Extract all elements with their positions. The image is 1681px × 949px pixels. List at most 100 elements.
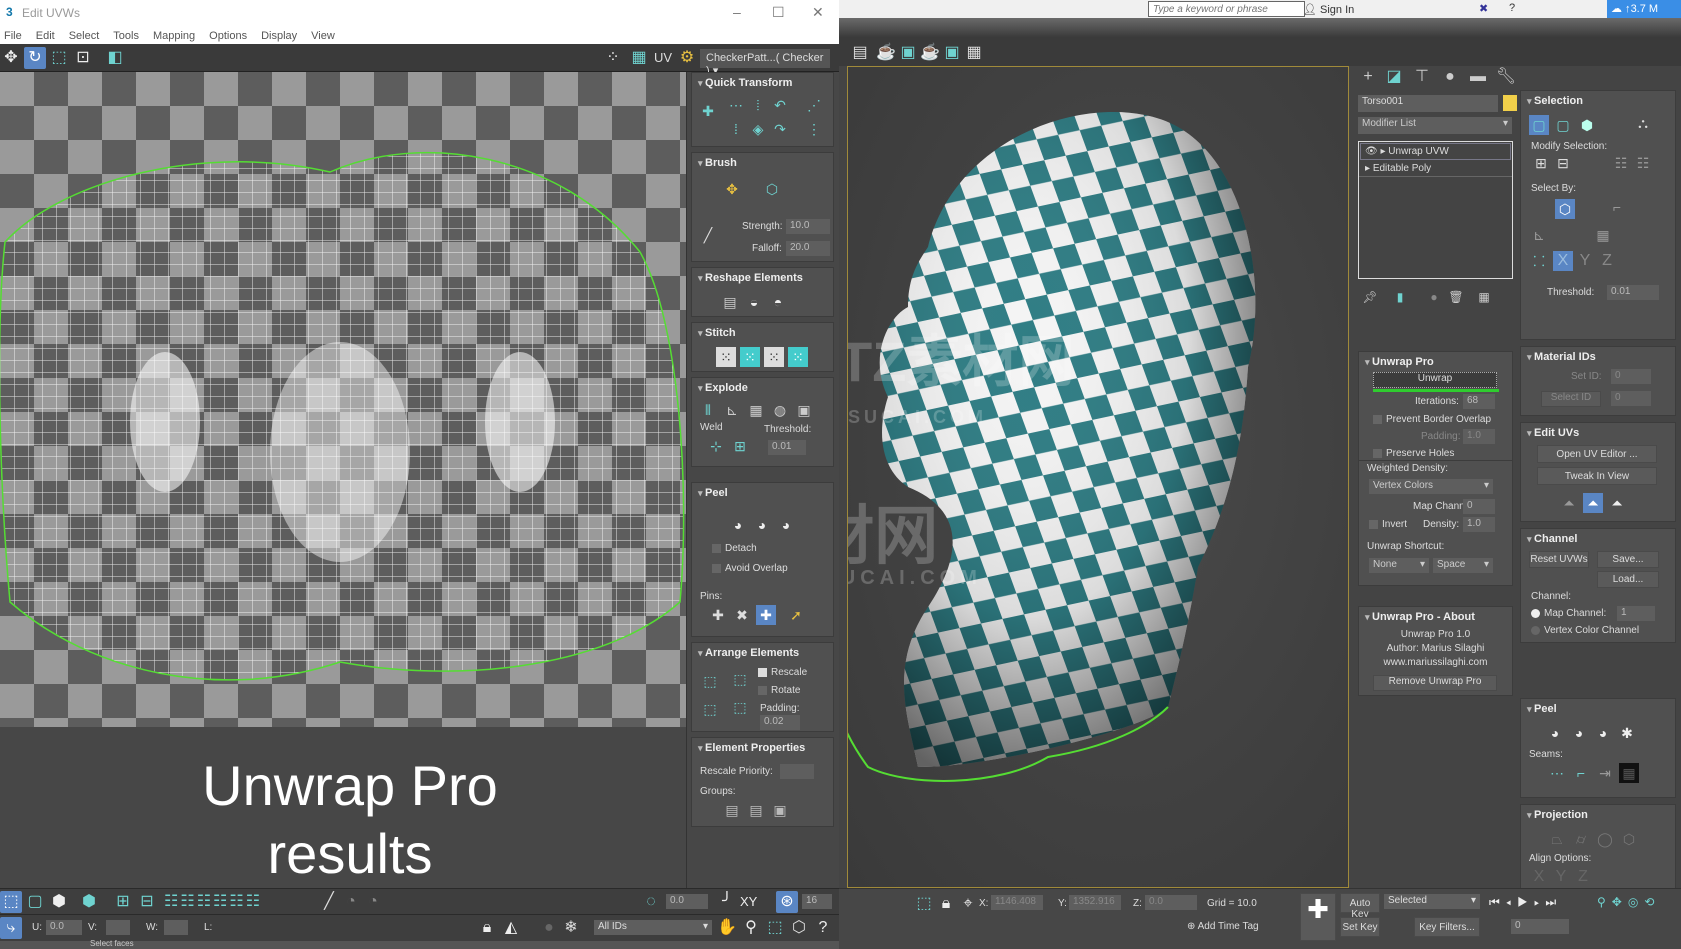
edge-mode-icon[interactable]: ▢: [24, 891, 46, 913]
explode-header[interactable]: Explode: [692, 378, 833, 396]
stitch-source-icon[interactable]: ⁙: [740, 347, 760, 367]
iterations-spinner[interactable]: 68: [1463, 394, 1495, 409]
close-button[interactable]: ✕: [812, 4, 824, 21]
zoom-extents-icon[interactable]: ⬡: [788, 917, 810, 939]
menu-tools[interactable]: Tools: [113, 30, 139, 42]
preserve-holes-checkbox[interactable]: [1373, 448, 1382, 458]
planar-map-icon[interactable]: ⏢: [1547, 829, 1567, 849]
snap-icon[interactable]: ⊛: [776, 891, 798, 913]
xy-toggle[interactable]: XY: [740, 894, 757, 909]
paint-grow-icon[interactable]: ◔: [340, 891, 362, 913]
edge-select-icon[interactable]: ▢: [1553, 115, 1573, 135]
render-iterative-icon[interactable]: ☕: [919, 42, 941, 64]
paint-shrink-icon[interactable]: ◔: [362, 891, 384, 913]
flatten-material-icon[interactable]: ▦: [746, 400, 766, 420]
snap-count-spinner[interactable]: 16: [802, 894, 832, 909]
select-id-button[interactable]: Select ID: [1541, 391, 1601, 407]
prevent-border-checkbox[interactable]: [1373, 414, 1382, 424]
channel-map-spinner[interactable]: 1: [1617, 606, 1655, 621]
lock-icon[interactable]: 🔒︎: [476, 917, 498, 939]
weld-threshold-spinner[interactable]: 0.01: [768, 440, 806, 455]
grow-selection-icon[interactable]: ⊞: [112, 891, 134, 913]
display-tab-icon[interactable]: ▬: [1467, 66, 1489, 88]
uv-label[interactable]: UV: [654, 50, 672, 65]
maximize-button[interactable]: ☐: [772, 4, 785, 21]
show-grid-icon[interactable]: ⁘: [602, 47, 624, 69]
shrink-selection-icon[interactable]: ⊟: [136, 891, 158, 913]
selection-header[interactable]: Selection: [1521, 91, 1675, 109]
render-frame-icon[interactable]: ☕: [875, 42, 897, 64]
freeform-icon[interactable]: ⊡: [72, 47, 94, 69]
auto-pin-icon[interactable]: ✚: [756, 605, 776, 625]
relax-brush-icon[interactable]: ⬡: [762, 179, 782, 199]
stitch-target-icon[interactable]: ⁙: [788, 347, 808, 367]
scale-icon[interactable]: ⬚: [48, 47, 70, 69]
move-icon[interactable]: ✥: [0, 47, 22, 69]
show-icon[interactable]: ●: [538, 917, 560, 939]
align-vertical-icon[interactable]: ⁞: [726, 119, 746, 139]
reset-peel-icon[interactable]: ◕: [776, 515, 796, 535]
material-ids-header[interactable]: Material IDs: [1521, 347, 1675, 365]
checker-map-dropdown[interactable]: CheckerPatt...( Checker ) ▾: [700, 49, 830, 77]
menu-file[interactable]: File: [4, 30, 22, 42]
vertex-select-icon[interactable]: ▢: [1529, 115, 1549, 135]
current-frame-spinner[interactable]: 0: [1511, 919, 1569, 934]
align-z-button[interactable]: Z: [1573, 867, 1593, 887]
utilities-tab-icon[interactable]: 🔧︎: [1495, 66, 1517, 88]
menu-edit[interactable]: Edit: [36, 30, 55, 42]
rotate-ccw-icon[interactable]: ↶: [770, 95, 790, 115]
shortcut-key-dropdown[interactable]: Space ▾: [1433, 558, 1493, 573]
quick-planar-align-icon[interactable]: ⏶: [1583, 493, 1603, 513]
cylindrical-map-icon[interactable]: ⌭: [1571, 829, 1591, 849]
select-pins-icon[interactable]: ➚: [786, 605, 806, 625]
stitch-custom-icon[interactable]: ⁙: [716, 347, 736, 367]
align-icon[interactable]: ✚: [698, 101, 718, 121]
zoom-icon[interactable]: ⚲: [740, 917, 762, 939]
exchange-icon[interactable]: ✖: [1479, 2, 1488, 15]
stack-item-editable-poly[interactable]: ▸ Editable Poly: [1359, 161, 1512, 177]
rotate-checkbox[interactable]: [758, 685, 767, 695]
snap-toggle-icon[interactable]: ?: [812, 917, 834, 939]
upload-badge[interactable]: ☁ ↑3.7 M: [1607, 0, 1681, 18]
sign-in-button[interactable]: 👤︎ Sign In: [1303, 3, 1354, 16]
hide-icon[interactable]: ◭: [500, 917, 522, 939]
ring-icon[interactable]: ☷: [1633, 153, 1653, 173]
arrange-header[interactable]: Arrange Elements: [692, 643, 833, 661]
align-x-button[interactable]: X: [1529, 867, 1549, 887]
u-field[interactable]: 0.0: [46, 920, 82, 935]
menu-mapping[interactable]: Mapping: [153, 30, 195, 42]
pack-recursive-icon[interactable]: ⬚: [730, 697, 750, 717]
reshape-header[interactable]: Reshape Elements: [692, 268, 833, 286]
axis-y-button[interactable]: Y: [1575, 251, 1595, 271]
avoid-overlap-checkbox[interactable]: [712, 563, 721, 573]
pack-normalize-icon[interactable]: ⬚: [730, 669, 750, 689]
vertex-mode-icon[interactable]: ⬚: [0, 891, 22, 913]
show-map-icon[interactable]: ▦: [628, 47, 650, 69]
quick-peel-icon[interactable]: ◕: [728, 515, 748, 535]
v-field[interactable]: [106, 920, 130, 935]
unpin-icon[interactable]: ✖: [732, 605, 752, 625]
point-to-point-seam-icon[interactable]: ⌐: [1571, 763, 1591, 783]
pan-icon[interactable]: ✋: [716, 917, 738, 939]
relax-icon[interactable]: ◒: [744, 292, 764, 312]
absolute-offset-icon[interactable]: ⤷: [0, 917, 22, 939]
map-settings-icon[interactable]: ⚙: [676, 47, 698, 69]
face-select-icon[interactable]: ⬢: [1577, 115, 1597, 135]
peel-mode-icon[interactable]: ◕: [752, 515, 772, 535]
select-by-angle-icon[interactable]: ⊾: [1529, 225, 1549, 245]
weld-target-icon[interactable]: ⊞: [730, 436, 750, 456]
freeze-icon[interactable]: ❄: [560, 917, 582, 939]
ungroup-icon[interactable]: ▤: [746, 800, 766, 820]
object-color-swatch[interactable]: [1503, 95, 1517, 111]
break-icon[interactable]: ⦀: [698, 400, 718, 420]
select-by-smoothing-icon[interactable]: ▦: [1593, 225, 1613, 245]
weld-selected-icon[interactable]: ⊹: [706, 436, 726, 456]
strength-spinner[interactable]: 10.0: [786, 219, 830, 234]
select-group-icon[interactable]: ▣: [770, 800, 790, 820]
zoom-region-icon[interactable]: ⬚: [764, 917, 786, 939]
playback-controls[interactable]: ⏮◂▶▸⏭: [1489, 895, 1562, 910]
unwrap-button[interactable]: Unwrap: [1373, 372, 1497, 388]
modify-tab-icon[interactable]: ◪: [1383, 66, 1405, 88]
absolute-mode-icon[interactable]: ⌖: [957, 893, 979, 915]
auto-key-button[interactable]: Auto Key: [1340, 893, 1380, 920]
